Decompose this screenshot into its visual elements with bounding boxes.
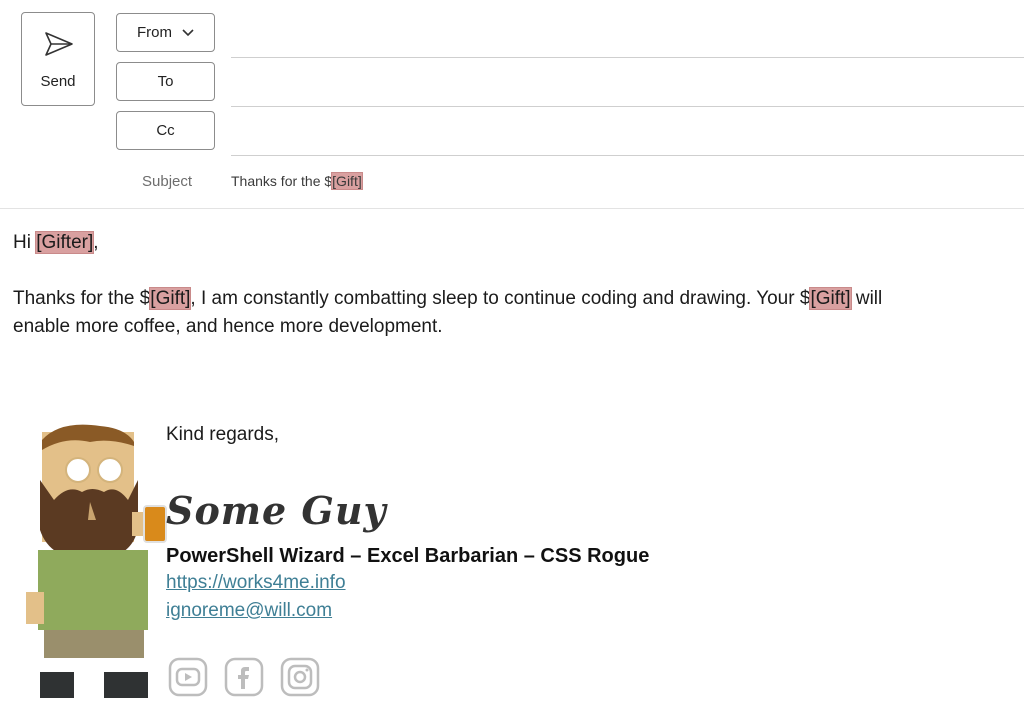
subject-gift-token: [Gift] (331, 172, 363, 190)
signature-title: PowerShell Wizard – Excel Barbarian – CS… (166, 545, 650, 567)
cc-label: Cc (156, 122, 175, 139)
signature-closing: Kind regards, (166, 424, 280, 445)
compose-header: Send From To Cc Subject Thanks for the $… (0, 0, 1024, 209)
line1-suffix: will (850, 288, 883, 309)
facebook-icon[interactable] (224, 657, 264, 697)
cc-field-line[interactable] (231, 155, 1024, 156)
subject-label: Subject (142, 173, 193, 190)
website-link[interactable]: https://works4me.info (166, 572, 346, 593)
send-label: Send (40, 73, 76, 90)
to-button[interactable]: To (116, 62, 215, 101)
line1-middle: , I am constantly combatting sleep to co… (190, 288, 811, 309)
subject-input[interactable]: Thanks for the $[Gift] (231, 170, 363, 192)
instagram-icon[interactable] (280, 657, 320, 697)
to-label: To (157, 73, 174, 90)
body-line-1: Thanks for the $[Gift], I am constantly … (13, 285, 882, 313)
to-field-line[interactable] (231, 106, 1024, 107)
send-icon (45, 32, 73, 56)
gift-token-2: [Gift] (809, 287, 852, 310)
line1-prefix: Thanks for the $ (13, 288, 151, 309)
from-field-line (231, 57, 1024, 58)
send-button[interactable]: Send (21, 12, 95, 106)
youtube-icon[interactable] (168, 657, 208, 697)
avatar-illustration (26, 424, 167, 698)
gift-token-1: [Gift] (149, 287, 192, 310)
subject-prefix: Thanks for the $ (231, 173, 333, 189)
gifter-token: [Gifter] (35, 231, 95, 254)
chevron-down-icon (182, 28, 194, 37)
signature-name: Some Guy (166, 488, 387, 533)
cc-button[interactable]: Cc (116, 111, 215, 150)
greeting-prefix: Hi (13, 232, 37, 253)
from-button[interactable]: From (116, 13, 215, 52)
body-line-2: enable more coffee, and hence more devel… (13, 316, 443, 337)
greeting-suffix: , (93, 232, 99, 253)
greeting-line: Hi [Gifter], (13, 229, 99, 257)
email-link[interactable]: ignoreme@will.com (166, 600, 332, 621)
from-label: From (137, 24, 172, 41)
